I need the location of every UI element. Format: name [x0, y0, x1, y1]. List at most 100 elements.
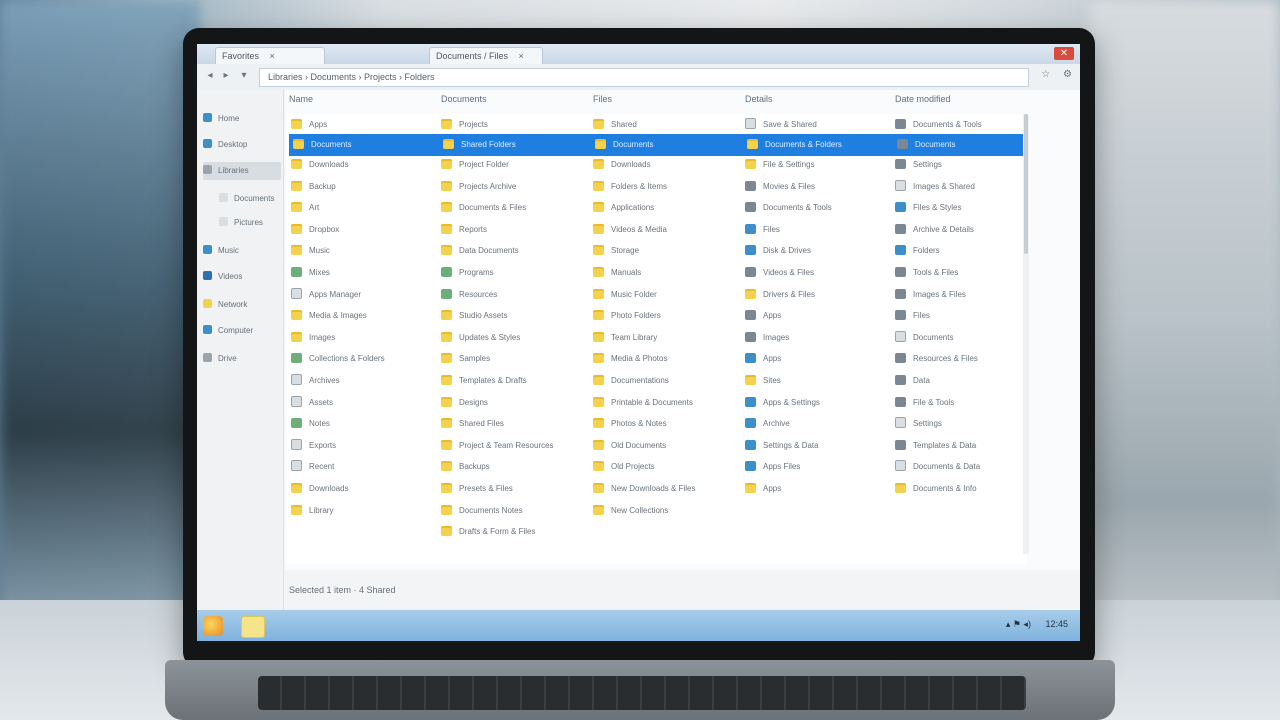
file-item[interactable]: Project & Team Resources	[441, 437, 581, 455]
file-item[interactable]: Images & Shared	[895, 178, 1035, 196]
tab-close-icon[interactable]: ×	[519, 51, 524, 61]
file-item[interactable]: Updates & Styles	[441, 329, 581, 347]
file-item[interactable]: Disk & Drives	[745, 242, 885, 260]
file-item[interactable]: Apps	[745, 307, 885, 325]
file-item[interactable]: Applications	[593, 199, 733, 217]
scrollbar-thumb[interactable]	[1024, 114, 1028, 254]
file-item[interactable]: Images	[291, 329, 431, 347]
sidebar-item-videos[interactable]: Videos	[203, 268, 281, 286]
file-item[interactable]: Resources	[441, 286, 581, 304]
file-item[interactable]: Reports	[441, 221, 581, 239]
tab-close-icon[interactable]: ×	[270, 51, 275, 61]
file-item[interactable]: Downloads	[291, 156, 431, 174]
file-item[interactable]: Drivers & Files	[745, 286, 885, 304]
file-item[interactable]: Documents & Data	[895, 458, 1035, 476]
file-item[interactable]: Tools & Files	[895, 264, 1035, 282]
file-item[interactable]: Library	[291, 502, 431, 520]
file-item[interactable]: Images & Files	[895, 286, 1035, 304]
file-item[interactable]: Downloads	[291, 480, 431, 498]
column-header-files[interactable]: Files	[593, 94, 612, 104]
file-item[interactable]: Mixes	[291, 264, 431, 282]
file-item[interactable]: Shared Files	[441, 415, 581, 433]
file-item[interactable]: Dropbox	[291, 221, 431, 239]
tab-favorites[interactable]: Favorites ×	[215, 47, 325, 65]
sidebar-item-home[interactable]: Home	[203, 110, 281, 128]
file-item[interactable]: Apps	[745, 350, 885, 368]
file-item[interactable]: Photos & Notes	[593, 415, 733, 433]
file-item[interactable]: Settings	[895, 415, 1035, 433]
file-item[interactable]: Templates & Drafts	[441, 372, 581, 390]
file-item[interactable]: Archive	[745, 415, 885, 433]
file-item[interactable]: Exports	[291, 437, 431, 455]
selected-row[interactable]: Documents Shared Folders Documents Document…	[289, 134, 1024, 156]
file-item[interactable]: Downloads	[593, 156, 733, 174]
file-item[interactable]: Music	[291, 242, 431, 260]
window-close-button[interactable]: ✕	[1054, 47, 1074, 60]
file-item[interactable]: Programs	[441, 264, 581, 282]
file-item[interactable]: Project Folder	[441, 156, 581, 174]
favorite-icon[interactable]: ☆	[1041, 69, 1050, 80]
file-item[interactable]: Documents & Info	[895, 480, 1035, 498]
file-item[interactable]: Shared Folders	[443, 136, 583, 154]
file-item[interactable]: Resources & Files	[895, 350, 1035, 368]
back-button[interactable]: ◂	[203, 69, 217, 83]
tab-documents[interactable]: Documents / Files ×	[429, 47, 543, 65]
file-item[interactable]: Templates & Data	[895, 437, 1035, 455]
file-item[interactable]: Archive & Details	[895, 221, 1035, 239]
file-item[interactable]: Recent	[291, 458, 431, 476]
file-item[interactable]: Documents & Tools	[895, 116, 1035, 134]
file-item[interactable]: Drafts & Form & Files	[441, 523, 581, 541]
sidebar-item-drive[interactable]: Drive	[203, 350, 281, 368]
sidebar-item-network[interactable]: Network	[203, 296, 281, 314]
file-item[interactable]: Apps	[745, 480, 885, 498]
tray-icons[interactable]: ▴ ⚑ ◂)	[1006, 619, 1031, 629]
clock[interactable]: 12:45	[1045, 619, 1068, 629]
file-item[interactable]: Files	[745, 221, 885, 239]
file-item[interactable]: Backups	[441, 458, 581, 476]
file-item[interactable]: Documents & Files	[441, 199, 581, 217]
file-item[interactable]: Files	[895, 307, 1035, 325]
file-item[interactable]: Designs	[441, 394, 581, 412]
file-item[interactable]: Apps & Settings	[745, 394, 885, 412]
file-item[interactable]: Videos & Files	[745, 264, 885, 282]
file-item[interactable]: Documents	[895, 329, 1035, 347]
dropdown-icon[interactable]: ▾	[237, 69, 251, 83]
file-item[interactable]: Photo Folders	[593, 307, 733, 325]
file-item[interactable]: Media & Images	[291, 307, 431, 325]
file-item[interactable]: Manuals	[593, 264, 733, 282]
file-item[interactable]: Archives	[291, 372, 431, 390]
file-item[interactable]: Documents Notes	[441, 502, 581, 520]
file-item[interactable]: Samples	[441, 350, 581, 368]
column-header-name[interactable]: Name	[289, 94, 313, 104]
file-item[interactable]: Presets & Files	[441, 480, 581, 498]
file-item[interactable]: Documents	[595, 136, 735, 154]
file-item[interactable]: Storage	[593, 242, 733, 260]
file-item[interactable]: Videos & Media	[593, 221, 733, 239]
file-item[interactable]: Apps	[291, 116, 431, 134]
sidebar-item-desktop[interactable]: Desktop	[203, 136, 281, 154]
file-item[interactable]: Data	[895, 372, 1035, 390]
file-item[interactable]: Notes	[291, 415, 431, 433]
sidebar-item-music[interactable]: Music	[203, 242, 281, 260]
file-item[interactable]: Shared	[593, 116, 733, 134]
start-button[interactable]	[203, 616, 223, 636]
file-item[interactable]: Media & Photos	[593, 350, 733, 368]
file-item[interactable]: Files & Styles	[895, 199, 1035, 217]
file-item[interactable]: File & Settings	[745, 156, 885, 174]
path-input[interactable]: Libraries › Documents › Projects › Folde…	[259, 68, 1029, 87]
file-item[interactable]: Studio Assets	[441, 307, 581, 325]
file-item[interactable]: Folders & Items	[593, 178, 733, 196]
file-item[interactable]: Sites	[745, 372, 885, 390]
file-item[interactable]: Settings & Data	[745, 437, 885, 455]
file-item[interactable]: Printable & Documents	[593, 394, 733, 412]
file-item[interactable]: Movies & Files	[745, 178, 885, 196]
file-item[interactable]: Documents	[897, 136, 1037, 154]
column-header-date[interactable]: Date modified	[895, 94, 951, 104]
file-item[interactable]: Documents	[293, 136, 433, 154]
file-item[interactable]: Apps Manager	[291, 286, 431, 304]
file-item[interactable]: Team Library	[593, 329, 733, 347]
file-item[interactable]: Documents & Folders	[747, 136, 887, 154]
forward-button[interactable]: ▸	[219, 69, 233, 83]
file-item[interactable]: New Downloads & Files	[593, 480, 733, 498]
file-item[interactable]: Music Folder	[593, 286, 733, 304]
